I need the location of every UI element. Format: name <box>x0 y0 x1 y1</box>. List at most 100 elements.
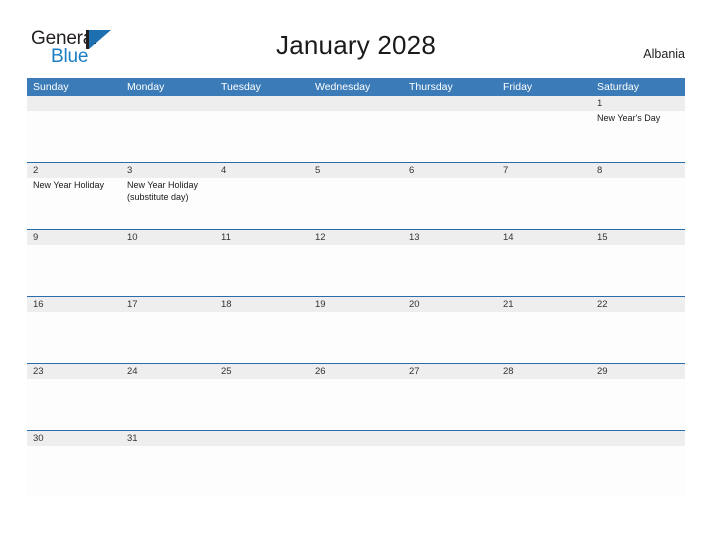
day-cell-31[interactable]: 31 <box>121 431 215 497</box>
day-cell-3[interactable]: 3 New Year Holiday (substitute day) <box>121 163 215 229</box>
day-cell-25[interactable]: 25 <box>215 364 309 430</box>
day-cell-15[interactable]: 15 <box>591 230 685 296</box>
day-cell-22[interactable]: 22 <box>591 297 685 363</box>
day-number: 22 <box>591 297 685 312</box>
weekday-header-monday: Monday <box>127 81 165 93</box>
day-number <box>121 96 215 111</box>
day-number: 26 <box>309 364 403 379</box>
day-number <box>497 431 591 446</box>
day-number: 28 <box>497 364 591 379</box>
day-cell-empty <box>215 96 309 162</box>
day-cell-12[interactable]: 12 <box>309 230 403 296</box>
day-events: New Year's Day <box>591 111 685 125</box>
day-number <box>27 96 121 111</box>
day-number: 13 <box>403 230 497 245</box>
day-number <box>497 96 591 111</box>
day-cell-empty <box>497 431 591 497</box>
day-number: 6 <box>403 163 497 178</box>
day-cell-empty <box>121 96 215 162</box>
day-cell-24[interactable]: 24 <box>121 364 215 430</box>
day-cell-4[interactable]: 4 <box>215 163 309 229</box>
day-number: 19 <box>309 297 403 312</box>
day-cell-empty <box>403 431 497 497</box>
day-number: 1 <box>591 96 685 111</box>
day-cell-26[interactable]: 26 <box>309 364 403 430</box>
day-cell-16[interactable]: 16 <box>27 297 121 363</box>
holiday-event: New Year Holiday (substitute day) <box>127 180 199 202</box>
day-number: 30 <box>27 431 121 446</box>
day-number: 18 <box>215 297 309 312</box>
calendar-week-row: 23 24 25 26 27 28 29 <box>27 363 685 430</box>
day-cell-empty <box>309 96 403 162</box>
day-number: 14 <box>497 230 591 245</box>
day-number: 23 <box>27 364 121 379</box>
day-cell-empty <box>27 96 121 162</box>
day-number: 11 <box>215 230 309 245</box>
calendar-week-row: 2 New Year Holiday 3 New Year Holiday (subs… <box>27 162 685 229</box>
holiday-event: New Year Holiday <box>33 180 105 190</box>
day-number: 16 <box>27 297 121 312</box>
day-cell-28[interactable]: 28 <box>497 364 591 430</box>
weekday-header-thursday: Thursday <box>409 81 453 93</box>
day-number: 10 <box>121 230 215 245</box>
day-number: 2 <box>27 163 121 178</box>
day-cell-19[interactable]: 19 <box>309 297 403 363</box>
day-cell-empty <box>591 431 685 497</box>
day-cell-empty <box>497 96 591 162</box>
day-cell-9[interactable]: 9 <box>27 230 121 296</box>
weekday-header-wednesday: Wednesday <box>315 81 371 93</box>
day-number: 5 <box>309 163 403 178</box>
day-cell-5[interactable]: 5 <box>309 163 403 229</box>
day-number <box>215 96 309 111</box>
day-number <box>215 431 309 446</box>
day-number: 9 <box>27 230 121 245</box>
weekday-header-row: Sunday Monday Tuesday Wednesday Thursday Frid… <box>27 78 685 96</box>
day-events: New Year Holiday (substitute day) <box>121 178 215 203</box>
calendar-weeks: 1 New Year's Day 2 New Year Holiday 3 New Yea… <box>27 96 685 497</box>
calendar-week-row: 1 New Year's Day <box>27 96 685 162</box>
day-cell-17[interactable]: 17 <box>121 297 215 363</box>
day-cell-1[interactable]: 1 New Year's Day <box>591 96 685 162</box>
day-cell-14[interactable]: 14 <box>497 230 591 296</box>
day-cell-13[interactable]: 13 <box>403 230 497 296</box>
day-number: 12 <box>309 230 403 245</box>
day-number: 21 <box>497 297 591 312</box>
day-number <box>403 96 497 111</box>
day-number: 3 <box>121 163 215 178</box>
day-number: 29 <box>591 364 685 379</box>
calendar-week-row: 16 17 18 19 20 21 22 <box>27 296 685 363</box>
day-cell-27[interactable]: 27 <box>403 364 497 430</box>
day-number: 4 <box>215 163 309 178</box>
day-cell-23[interactable]: 23 <box>27 364 121 430</box>
day-cell-30[interactable]: 30 <box>27 431 121 497</box>
day-number: 8 <box>591 163 685 178</box>
day-number: 24 <box>121 364 215 379</box>
day-cell-empty <box>215 431 309 497</box>
holiday-event: New Year's Day <box>597 113 661 123</box>
day-number: 7 <box>497 163 591 178</box>
day-cell-11[interactable]: 11 <box>215 230 309 296</box>
page-title: January 2028 <box>276 30 436 60</box>
day-cell-6[interactable]: 6 <box>403 163 497 229</box>
weekday-header-friday: Friday <box>503 81 533 93</box>
day-number <box>591 431 685 446</box>
day-cell-29[interactable]: 29 <box>591 364 685 430</box>
day-number: 25 <box>215 364 309 379</box>
day-cell-20[interactable]: 20 <box>403 297 497 363</box>
day-number <box>309 431 403 446</box>
day-number <box>309 96 403 111</box>
day-cell-8[interactable]: 8 <box>591 163 685 229</box>
page-header: General Blue January 2028 Albania <box>0 0 712 76</box>
calendar-grid: Sunday Monday Tuesday Wednesday Thursday Frid… <box>27 78 685 497</box>
day-number: 15 <box>591 230 685 245</box>
calendar-week-row: 30 31 <box>27 430 685 497</box>
day-cell-21[interactable]: 21 <box>497 297 591 363</box>
day-cell-empty <box>309 431 403 497</box>
day-cell-18[interactable]: 18 <box>215 297 309 363</box>
day-number: 20 <box>403 297 497 312</box>
weekday-header-saturday: Saturday <box>597 81 640 93</box>
day-cell-2[interactable]: 2 New Year Holiday <box>27 163 121 229</box>
day-cell-7[interactable]: 7 <box>497 163 591 229</box>
day-events: New Year Holiday <box>27 178 121 192</box>
day-cell-10[interactable]: 10 <box>121 230 215 296</box>
